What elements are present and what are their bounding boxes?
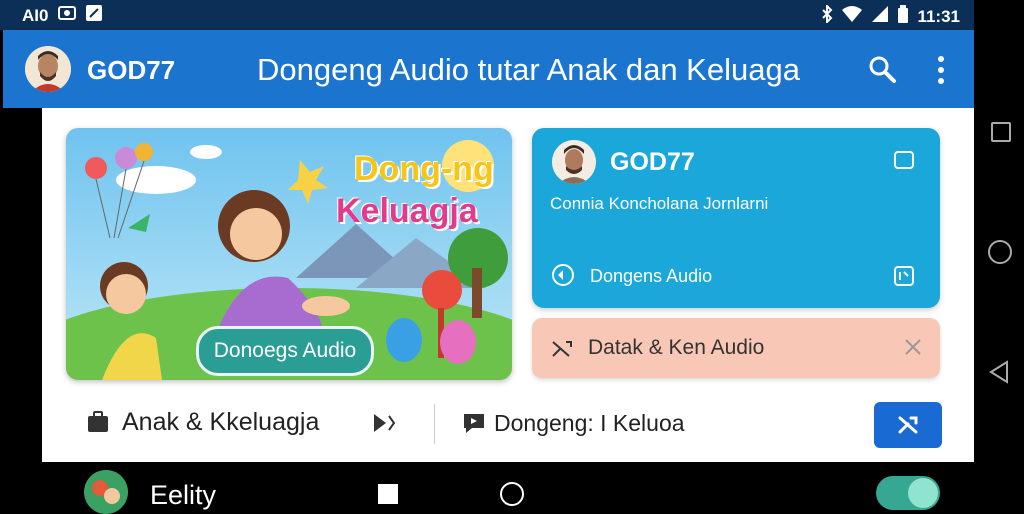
shuffle-button[interactable]: [874, 402, 942, 448]
playlist-icon[interactable]: [892, 264, 916, 288]
status-left-text: AI0: [22, 5, 49, 25]
shuffle-icon: [550, 336, 574, 360]
app-bar: GOD77 Dongeng Audio tutar Anak dan Kelua…: [3, 30, 974, 108]
audio-chip[interactable]: Datak & Ken Audio: [532, 318, 940, 378]
wifi-icon: [841, 5, 863, 28]
category-row: Anak & Kkeluagja Dongeng: I Keluoa: [42, 396, 974, 452]
signal-icon: [871, 5, 889, 28]
battery-icon: [897, 5, 909, 28]
search-icon[interactable]: [867, 54, 897, 84]
bottom-bar: Eelity: [0, 462, 974, 514]
bookmark-icon[interactable]: [892, 148, 916, 172]
hero-title-line1: Dong-ng: [354, 150, 494, 188]
edit-icon: [86, 5, 103, 26]
close-icon[interactable]: [904, 338, 922, 356]
bag-icon: [86, 410, 110, 434]
toggle-switch[interactable]: [876, 476, 940, 510]
system-nav-column: [974, 0, 1024, 512]
home-icon[interactable]: [988, 240, 1012, 264]
hero-audio-button[interactable]: Donoegs Audio: [196, 326, 374, 376]
home-circle-icon[interactable]: [500, 482, 524, 506]
shuffle-button-icon: [898, 416, 918, 434]
chat-play-icon: [462, 412, 486, 434]
hero-title-line2: Keluagja: [336, 192, 478, 230]
bottom-bar-label: Eelity: [150, 480, 217, 510]
profile-audio-label[interactable]: Dongens Audio: [590, 266, 712, 287]
photo-icon: [58, 5, 77, 26]
profile-name: GOD77: [610, 148, 695, 176]
more-vert-icon[interactable]: [931, 54, 951, 86]
main-content: Dong-ng Keluagja Donoegs Audio GOD77 Con…: [42, 108, 974, 462]
status-bar: AI0 11:31: [0, 0, 974, 30]
page-title: Dongeng Audio tutar Anak dan Keluaga: [257, 52, 800, 87]
status-time: 11:31: [917, 6, 960, 26]
bottom-avatar[interactable]: [84, 470, 128, 514]
back-icon[interactable]: [989, 360, 1009, 389]
next-audio-icon[interactable]: [372, 412, 398, 434]
bluetooth-icon: [821, 3, 833, 28]
profile-avatar: [552, 140, 596, 184]
profile-subtitle: Connia Koncholana Jornlarni: [550, 194, 769, 213]
toggle-knob: [908, 478, 938, 508]
audio-wave-icon: [550, 262, 576, 288]
category-dongeng-keluarga[interactable]: Dongeng: I Keluoa: [494, 410, 685, 437]
app-bar-username[interactable]: GOD77: [87, 55, 175, 86]
stop-icon[interactable]: [378, 484, 398, 504]
category-anak-keluarga[interactable]: Anak & Kkeluagja: [122, 408, 319, 437]
profile-card[interactable]: GOD77 Connia Koncholana Jornlarni Dongen…: [532, 128, 940, 308]
audio-chip-label: Datak & Ken Audio: [588, 336, 765, 359]
recent-apps-icon[interactable]: [991, 122, 1011, 142]
avatar[interactable]: [25, 46, 71, 92]
hero-card[interactable]: Dong-ng Keluagja Donoegs Audio: [66, 128, 512, 380]
divider: [434, 404, 435, 444]
